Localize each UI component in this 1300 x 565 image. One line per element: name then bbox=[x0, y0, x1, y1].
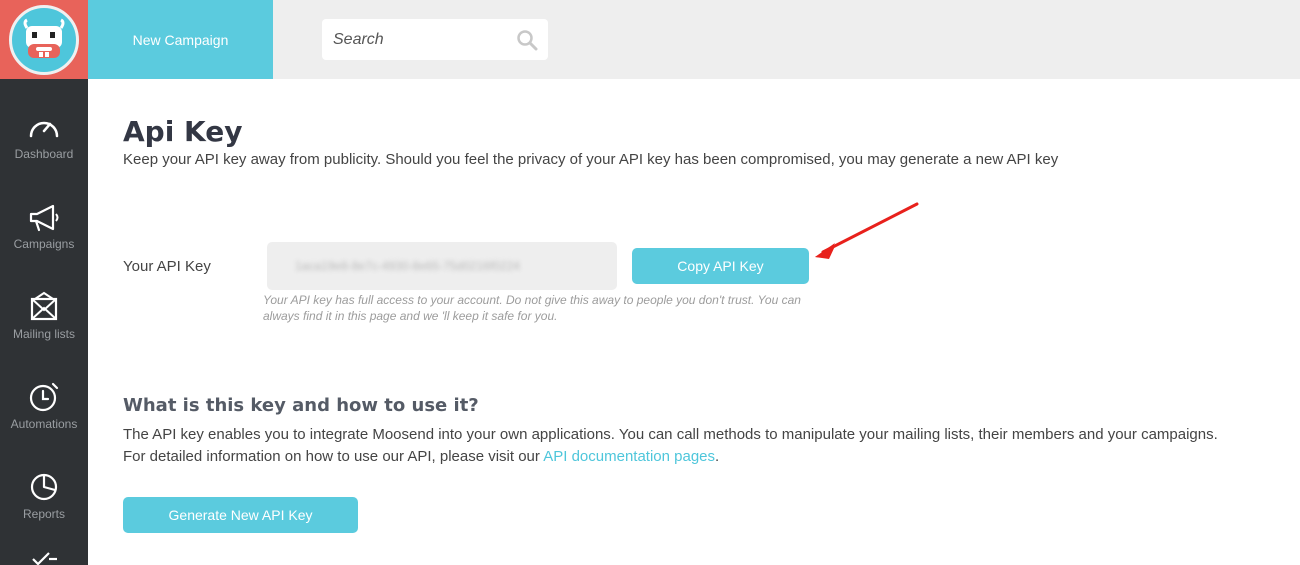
search-input[interactable]: Search bbox=[322, 19, 548, 60]
sidebar-item-automations[interactable]: Automations bbox=[0, 379, 88, 469]
sidebar-item-label: Dashboard bbox=[14, 147, 74, 161]
documentation-prefix: For detailed information on how to use o… bbox=[123, 448, 544, 465]
sidebar-item-campaigns[interactable]: Campaigns bbox=[0, 199, 88, 289]
sidebar-item-label: Campaigns bbox=[13, 237, 75, 251]
search-icon[interactable] bbox=[516, 29, 538, 56]
generate-api-key-button[interactable]: Generate New API Key bbox=[123, 497, 358, 533]
checklist-icon bbox=[27, 549, 61, 565]
sidebar-item-mailing-lists[interactable]: Mailing lists bbox=[0, 289, 88, 379]
pie-chart-icon bbox=[27, 469, 61, 505]
api-key-field[interactable]: 1aca19e8-8e7c-4930-8e65-75d0216f0224 bbox=[267, 242, 617, 290]
new-campaign-button[interactable]: New Campaign bbox=[88, 0, 273, 79]
red-arrow-annotation-icon bbox=[815, 202, 919, 259]
logo-area[interactable] bbox=[0, 0, 88, 79]
documentation-paragraph: For detailed information on how to use o… bbox=[123, 448, 719, 465]
sidebar: Dashboard Campaigns Mailing lists Automa… bbox=[0, 79, 88, 565]
documentation-suffix: . bbox=[715, 448, 720, 465]
search-placeholder: Search bbox=[333, 31, 384, 48]
envelope-icon bbox=[27, 289, 61, 325]
api-key-label: Your API Key bbox=[123, 258, 211, 275]
speedometer-icon bbox=[27, 109, 61, 145]
sidebar-item-label: Reports bbox=[22, 507, 66, 521]
megaphone-icon bbox=[27, 199, 61, 235]
cow-logo-icon[interactable] bbox=[9, 4, 79, 75]
sidebar-item-dashboard[interactable]: Dashboard bbox=[0, 109, 88, 199]
sidebar-item-reports[interactable]: Reports bbox=[0, 469, 88, 559]
page-subtitle: Keep your API key away from publicity. S… bbox=[123, 151, 1059, 168]
sidebar-item-label: Mailing lists bbox=[12, 327, 75, 341]
api-key-value: 1aca19e8-8e7c-4930-8e65-75d0216f0224 bbox=[295, 259, 520, 273]
stopwatch-icon bbox=[27, 379, 61, 415]
api-key-hint: Your API key has full access to your acc… bbox=[263, 293, 801, 323]
api-documentation-link[interactable]: API documentation pages bbox=[543, 448, 715, 465]
description-paragraph: The API key enables you to integrate Moo… bbox=[123, 426, 1218, 443]
copy-api-key-button[interactable]: Copy API Key bbox=[632, 248, 809, 284]
sidebar-item-more[interactable] bbox=[0, 549, 88, 565]
section-title: What is this key and how to use it? bbox=[123, 395, 479, 416]
page-title: Api Key bbox=[123, 115, 243, 148]
sidebar-item-label: Automations bbox=[10, 417, 78, 431]
